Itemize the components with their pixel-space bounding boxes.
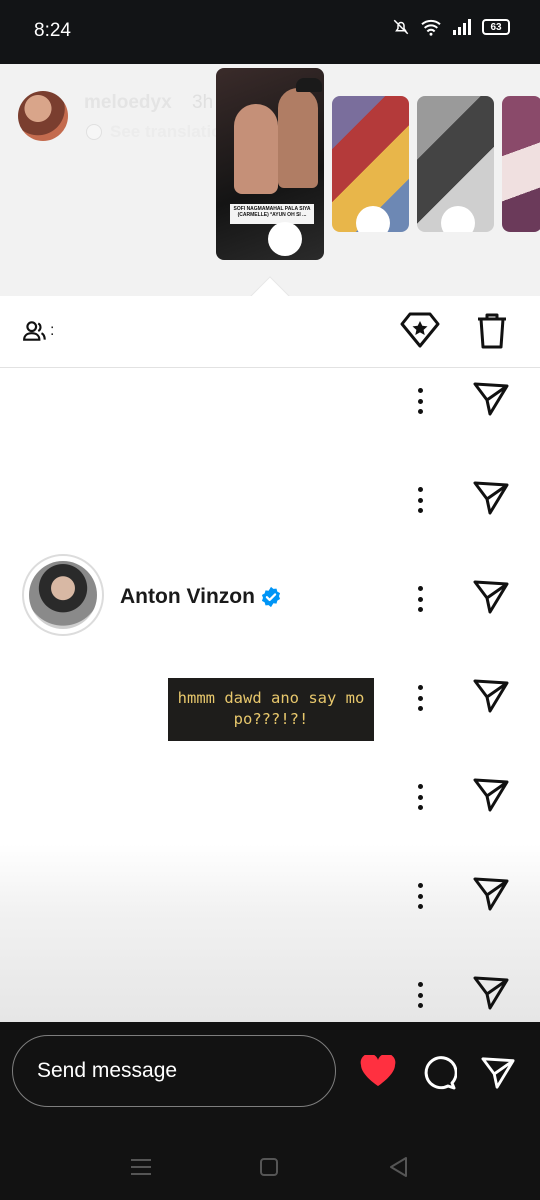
send-icon[interactable] (472, 381, 510, 417)
more-options-icon[interactable] (408, 584, 432, 614)
send-icon[interactable] (472, 876, 510, 912)
viewer-row (0, 468, 540, 567)
battery-icon: 63 (482, 19, 510, 35)
system-nav-bar (0, 1122, 540, 1200)
story-time-ago: 3h (192, 92, 214, 113)
thumbnail-indicator (268, 222, 302, 256)
wifi-icon (421, 19, 441, 36)
story-thumbnail-selected[interactable]: SOFI NAGMAMAHAL PALA SIYA (CARMELLE) *AY… (216, 68, 324, 260)
highlight-diamond-icon[interactable] (400, 312, 440, 348)
story-actions-row: : (0, 296, 540, 368)
status-icons: 63 (392, 18, 510, 36)
send-icon[interactable] (472, 975, 510, 1011)
thumbnail-person (234, 104, 278, 194)
viewer-row (0, 765, 540, 864)
more-options-icon[interactable] (408, 386, 432, 416)
story-thumbnail[interactable] (332, 96, 409, 232)
viewer-row (0, 369, 540, 468)
viewers-icon[interactable] (22, 318, 48, 344)
thumbnail-person (278, 88, 318, 188)
back-icon[interactable] (388, 1156, 408, 1178)
viewers-count: : (50, 322, 55, 339)
viewer-row (0, 864, 540, 963)
thumbnail-banner: SOFI NAGMAMAHAL PALA SIYA (CARMELLE) *AY… (230, 204, 314, 224)
message-bar: Send message (0, 1022, 540, 1122)
send-icon[interactable] (472, 678, 510, 714)
send-icon[interactable] (472, 480, 510, 516)
mute-bell-icon (393, 19, 409, 35)
status-bar: 8:24 63 (0, 0, 540, 64)
send-icon[interactable] (472, 579, 510, 615)
story-thumbnail[interactable] (502, 96, 540, 232)
send-icon[interactable] (480, 1056, 516, 1090)
more-options-icon[interactable] (408, 980, 432, 1010)
viewer-avatar-image (29, 561, 97, 629)
send-icon[interactable] (472, 777, 510, 813)
trash-icon[interactable] (474, 312, 510, 350)
see-translation-label: See translation (110, 122, 232, 141)
more-options-icon[interactable] (408, 881, 432, 911)
story-owner-avatar[interactable] (18, 91, 68, 141)
story-thumbnail[interactable] (417, 96, 494, 232)
heart-icon[interactable] (360, 1055, 396, 1087)
story-header: meloedyx 3h See translation SOFI NAGMAMA… (0, 64, 540, 296)
signal-icon (453, 19, 471, 35)
home-icon[interactable] (260, 1158, 278, 1176)
comment-icon[interactable] (421, 1054, 457, 1090)
reply-sticker: hmmm dawd ano say mo po???!?! (168, 678, 374, 741)
translate-icon (86, 124, 102, 140)
more-options-icon[interactable] (408, 782, 432, 812)
thumbnail-cap (296, 78, 322, 92)
see-translation-button[interactable]: See translation (86, 122, 232, 142)
status-time: 8:24 (34, 20, 71, 41)
send-message-input[interactable]: Send message (12, 1035, 336, 1107)
more-options-icon[interactable] (408, 485, 432, 515)
viewer-avatar[interactable] (22, 554, 104, 636)
story-username[interactable]: meloedyx (84, 92, 172, 114)
more-options-icon[interactable] (408, 683, 432, 713)
verified-badge-icon (261, 586, 281, 608)
viewer-name[interactable]: Anton Vinzon (120, 585, 255, 609)
thumbnail-indicator (356, 206, 390, 232)
thumbnail-indicator (441, 206, 475, 232)
story-viewers-sheet: meloedyx 3h See translation SOFI NAGMAMA… (0, 64, 540, 1022)
recents-icon[interactable] (131, 1158, 151, 1176)
